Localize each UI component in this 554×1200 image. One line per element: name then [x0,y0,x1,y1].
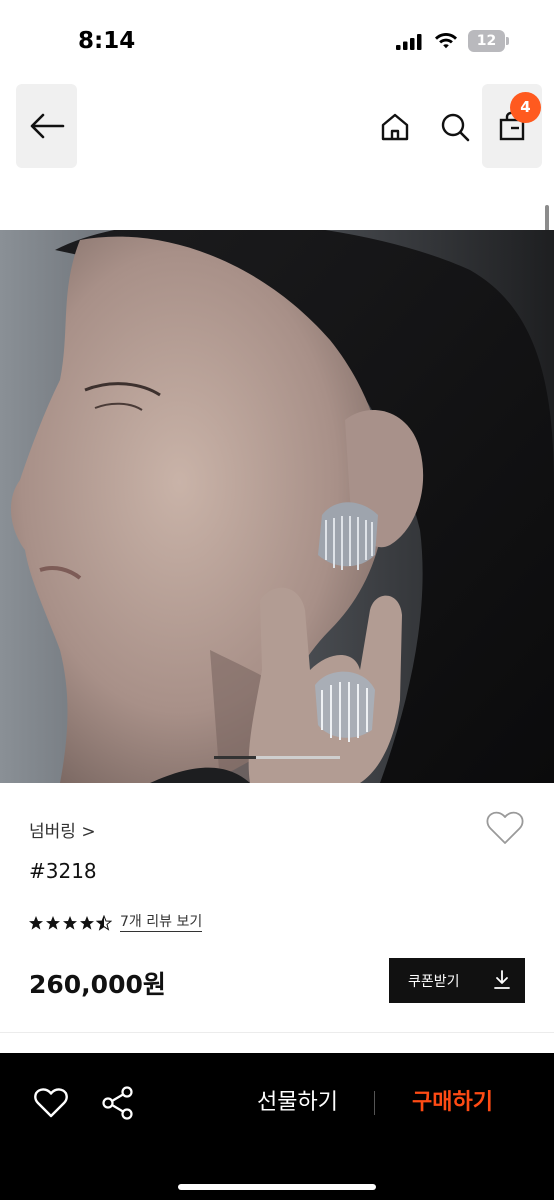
image-pagination [214,756,340,759]
pagination-active-segment [214,756,256,759]
bottom-action-bar: 선물하기 구매하기 [0,1053,554,1200]
pagination-inactive-segment [256,756,340,759]
star-icon [63,916,77,930]
section-divider [0,1032,554,1033]
coupon-label: 쿠폰받기 [408,974,460,990]
home-button[interactable] [372,104,418,150]
product-name: #3218 [29,859,97,883]
back-button[interactable] [16,84,77,168]
product-image[interactable] [0,230,554,783]
battery-indicator: 12 [468,30,510,52]
buy-button[interactable]: 구매하기 [385,1081,520,1125]
cart-count-badge: 4 [510,92,541,123]
button-separator [374,1091,375,1115]
star-icon [29,916,43,930]
download-icon [494,970,510,989]
star-icon [46,916,60,930]
product-price: 260,000원 [29,970,166,999]
signal-icon [396,34,422,50]
wishlist-heart-icon[interactable] [486,811,524,845]
home-indicator[interactable] [178,1184,376,1190]
coupon-download-button[interactable]: 쿠폰받기 [389,958,525,1003]
top-navigation: 4 [0,82,554,172]
search-icon [441,113,470,142]
brand-link[interactable]: 넘버링 > [29,817,96,842]
gift-button[interactable]: 선물하기 [230,1081,365,1125]
share-icon[interactable] [100,1085,136,1121]
home-icon [381,113,409,141]
wishlist-heart-icon[interactable] [33,1087,69,1119]
battery-level: 12 [476,33,497,49]
search-button[interactable] [432,104,478,150]
status-time: 8:14 [78,28,136,54]
product-photo [0,230,554,783]
review-link[interactable]: 7개 리뷰 보기 [120,913,203,932]
cart-button[interactable]: 4 [482,84,542,168]
star-rating [28,915,112,931]
status-bar: 8:14 12 [0,0,554,82]
half-star-icon [96,915,112,931]
arrow-left-icon [30,113,64,139]
star-icon [80,916,94,930]
wifi-icon [435,33,457,49]
